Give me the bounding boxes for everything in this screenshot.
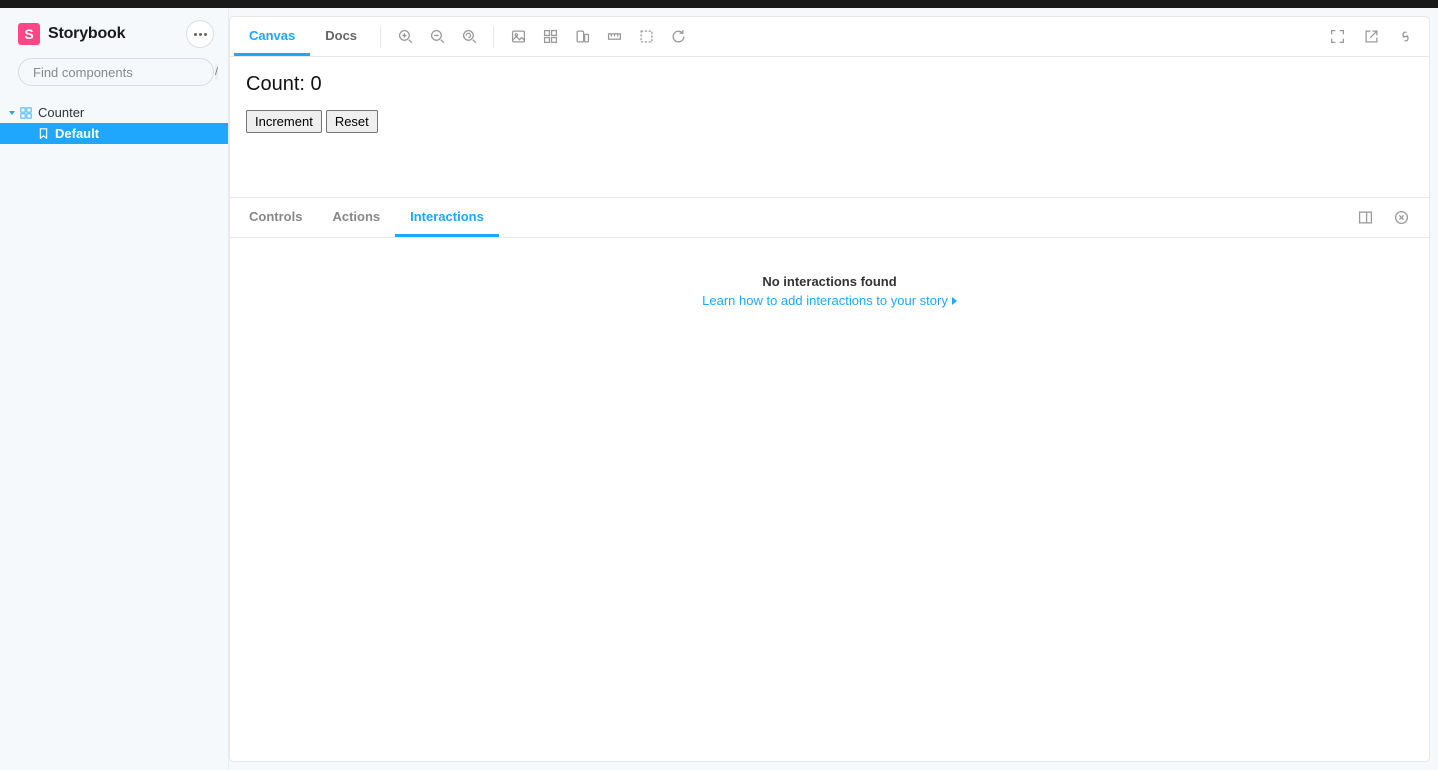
copy-link-button[interactable] bbox=[1389, 21, 1421, 53]
zoom-reset-icon bbox=[462, 29, 477, 44]
grid-icon bbox=[543, 29, 558, 44]
zoom-reset-button[interactable] bbox=[453, 21, 485, 53]
zoom-in-button[interactable] bbox=[389, 21, 421, 53]
sidebar-item-default[interactable]: Default bbox=[0, 123, 228, 144]
empty-state-title: No interactions found bbox=[762, 274, 896, 289]
outline-icon bbox=[639, 29, 654, 44]
logo[interactable]: S Storybook bbox=[18, 23, 125, 45]
outline-button[interactable] bbox=[630, 21, 662, 53]
sidebar-item-label: Default bbox=[55, 126, 99, 141]
tab-canvas[interactable]: Canvas bbox=[234, 17, 310, 56]
ruler-icon bbox=[607, 29, 622, 44]
zoom-in-icon bbox=[398, 29, 413, 44]
sidebar: S Storybook / Counter bbox=[0, 8, 229, 770]
tab-actions[interactable]: Actions bbox=[317, 198, 395, 237]
logo-text: Storybook bbox=[48, 25, 125, 43]
empty-state-link[interactable]: Learn how to add interactions to your st… bbox=[702, 293, 957, 308]
divider bbox=[493, 26, 494, 48]
search-shortcut-hint: / bbox=[215, 64, 218, 80]
increment-button[interactable]: Increment bbox=[246, 110, 322, 133]
sidebar-item-counter[interactable]: Counter bbox=[0, 102, 228, 123]
zoom-out-icon bbox=[430, 29, 445, 44]
fullscreen-button[interactable] bbox=[1321, 21, 1353, 53]
count-display: Count: 0 bbox=[246, 73, 1413, 96]
refresh-button[interactable] bbox=[662, 21, 694, 53]
sidebar-menu-button[interactable] bbox=[186, 20, 214, 48]
chevron-right-icon bbox=[952, 297, 957, 305]
tab-docs[interactable]: Docs bbox=[310, 17, 372, 56]
panel-orientation-button[interactable] bbox=[1349, 202, 1381, 234]
component-icon bbox=[20, 107, 32, 119]
search-input[interactable] bbox=[33, 65, 209, 80]
viewport-button[interactable] bbox=[566, 21, 598, 53]
panel-orientation-icon bbox=[1358, 210, 1373, 225]
window-topbar bbox=[0, 0, 1438, 8]
tab-controls[interactable]: Controls bbox=[234, 198, 317, 237]
story-preview: Count: 0 Increment Reset bbox=[230, 57, 1429, 149]
sidebar-item-label: Counter bbox=[38, 105, 84, 120]
grid-button[interactable] bbox=[534, 21, 566, 53]
link-icon bbox=[1398, 29, 1413, 44]
measure-button[interactable] bbox=[598, 21, 630, 53]
close-circle-icon bbox=[1394, 210, 1409, 225]
divider bbox=[380, 26, 381, 48]
bookmark-icon bbox=[38, 128, 49, 139]
tab-interactions[interactable]: Interactions bbox=[395, 198, 499, 237]
open-new-tab-button[interactable] bbox=[1355, 21, 1387, 53]
ellipsis-icon bbox=[194, 33, 207, 36]
fullscreen-icon bbox=[1330, 29, 1345, 44]
panel-close-button[interactable] bbox=[1385, 202, 1417, 234]
viewport-icon bbox=[575, 29, 590, 44]
empty-state-link-text: Learn how to add interactions to your st… bbox=[702, 293, 948, 308]
background-button[interactable] bbox=[502, 21, 534, 53]
logo-badge-icon: S bbox=[18, 23, 40, 45]
refresh-icon bbox=[671, 29, 686, 44]
image-icon bbox=[511, 29, 526, 44]
caret-down-icon bbox=[9, 111, 15, 115]
search-input-wrap[interactable]: / bbox=[18, 58, 214, 86]
reset-button[interactable]: Reset bbox=[326, 110, 378, 133]
zoom-out-button[interactable] bbox=[421, 21, 453, 53]
addon-panel: Controls Actions Interactions No interac… bbox=[230, 197, 1429, 761]
external-link-icon bbox=[1364, 29, 1379, 44]
canvas-toolbar: Canvas Docs bbox=[230, 17, 1429, 57]
